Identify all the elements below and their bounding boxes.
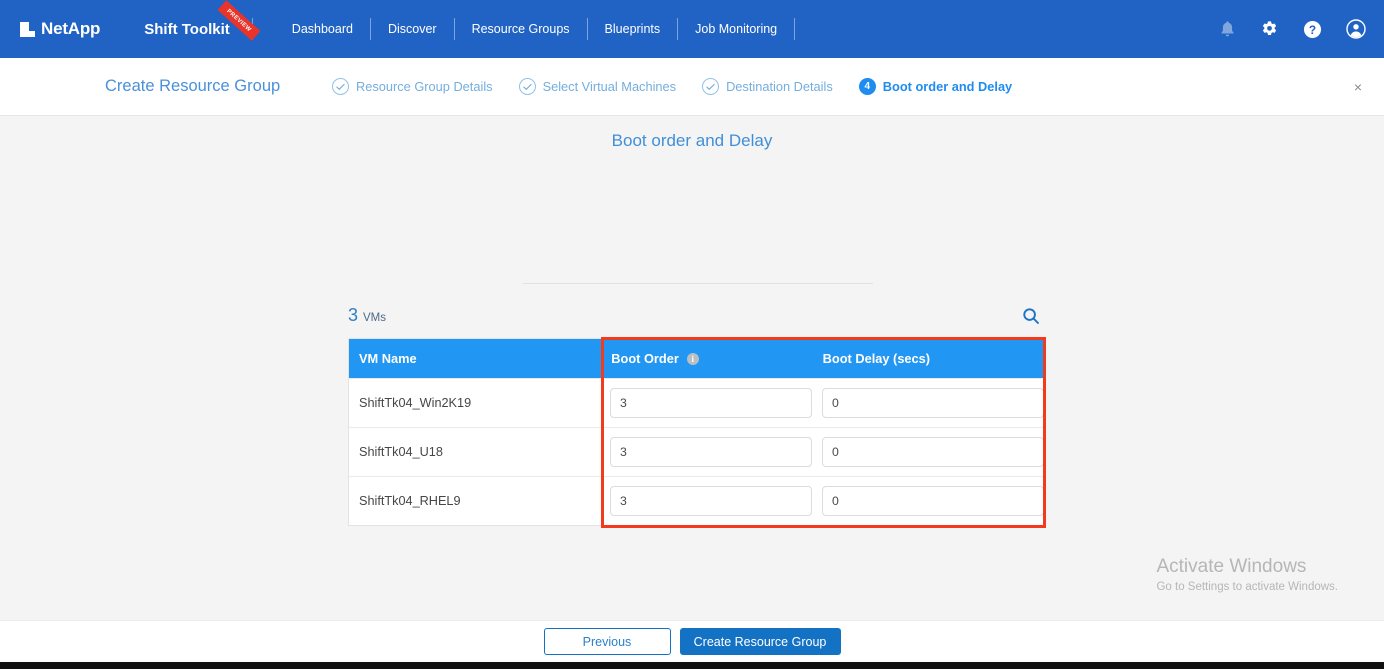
- wizard-step-label: Boot order and Delay: [882, 79, 1013, 94]
- column-header-boot-delay: Boot Delay (secs): [813, 351, 1044, 366]
- wizard-step-label: Select Virtual Machines: [542, 79, 677, 94]
- main-content: Boot order and Delay 3 VMs VM Name Boot …: [0, 117, 1384, 620]
- cell-boot-delay: [812, 486, 1044, 516]
- vm-count-label: VMs: [363, 312, 387, 324]
- settings-gear-icon[interactable]: [1260, 20, 1279, 39]
- table-row: ShiftTk04_U18: [349, 427, 1044, 476]
- vm-count-number: 3: [348, 305, 359, 325]
- boot-delay-input[interactable]: [822, 486, 1044, 516]
- cell-boot-delay: [812, 437, 1044, 467]
- close-icon[interactable]: ×: [1354, 80, 1362, 94]
- boot-order-input[interactable]: [610, 486, 812, 516]
- nav-item-blueprints[interactable]: Blueprints: [588, 18, 678, 40]
- netapp-brand[interactable]: NetApp: [20, 19, 100, 39]
- primary-nav-links: Dashboard Discover Resource Groups Bluep…: [275, 18, 796, 40]
- boot-delay-input[interactable]: [822, 388, 1044, 418]
- wizard-step-destination-details[interactable]: Destination Details: [702, 78, 833, 95]
- nav-action-icons: ?: [1219, 0, 1366, 58]
- notification-bell-icon[interactable]: [1219, 20, 1236, 38]
- bottom-edge-strip: [0, 662, 1384, 669]
- wizard-title: Create Resource Group: [105, 77, 281, 95]
- column-header-label: Boot Delay (secs): [822, 351, 931, 366]
- wizard-footer: Previous Create Resource Group: [0, 620, 1384, 662]
- cell-vm-name: ShiftTk04_Win2K19: [359, 396, 472, 410]
- cell-boot-order: [600, 486, 812, 516]
- column-header-label: Boot Order: [611, 351, 679, 366]
- table-header-row: VM Name Boot Order i Boot Delay (secs): [349, 339, 1044, 378]
- wizard-step-resource-group-details[interactable]: Resource Group Details: [332, 78, 493, 95]
- watermark-title: Activate Windows: [1156, 556, 1307, 577]
- step-number-badge: 4: [858, 78, 876, 95]
- search-icon[interactable]: [1018, 303, 1044, 329]
- cell-vm-name: ShiftTk04_U18: [359, 445, 443, 459]
- wizard-step-select-virtual-machines[interactable]: Select Virtual Machines: [518, 78, 677, 95]
- table-row: ShiftTk04_Win2K19: [349, 378, 1044, 427]
- wizard-step-boot-order-and-delay[interactable]: 4 Boot order and Delay: [858, 78, 1013, 95]
- cell-boot-order: [600, 437, 812, 467]
- nav-divider: [794, 18, 796, 40]
- product-name: Shift Toolkit PREVIEW: [144, 0, 261, 41]
- column-header-vm-name: VM Name: [349, 351, 601, 366]
- product-name-label: Shift Toolkit: [144, 20, 230, 38]
- wizard-header: Create Resource Group Resource Group Det…: [0, 58, 1384, 116]
- nav-item-discover[interactable]: Discover: [371, 18, 454, 40]
- boot-delay-input[interactable]: [822, 437, 1044, 467]
- boot-order-input[interactable]: [610, 388, 812, 418]
- cell-boot-delay: [812, 388, 1044, 418]
- windows-activation-watermark: Activate Windows Go to Settings to activ…: [1156, 556, 1338, 593]
- wizard-step-label: Destination Details: [726, 79, 833, 94]
- step-complete-check-icon: [332, 78, 349, 95]
- previous-button[interactable]: Previous: [543, 628, 671, 655]
- step-complete-check-icon: [702, 78, 720, 95]
- cell-boot-order: [600, 388, 812, 418]
- application-window: NetApp Shift Toolkit PREVIEW Dashboard D…: [0, 0, 1384, 669]
- wizard-step-label: Resource Group Details: [356, 79, 493, 94]
- info-icon[interactable]: i: [686, 352, 699, 365]
- svg-text:?: ?: [1309, 22, 1316, 36]
- title-divider: [523, 283, 873, 284]
- column-header-boot-order: Boot Order i: [601, 351, 812, 366]
- boot-order-input[interactable]: [610, 437, 812, 467]
- create-resource-group-button[interactable]: Create Resource Group: [679, 628, 841, 655]
- user-account-icon[interactable]: [1346, 19, 1366, 39]
- help-question-icon[interactable]: ?: [1303, 20, 1322, 39]
- wizard-steps: Resource Group Details Select Virtual Ma…: [332, 78, 1038, 95]
- page-title: Boot order and Delay: [611, 131, 773, 150]
- top-navigation-bar: NetApp Shift Toolkit PREVIEW Dashboard D…: [0, 0, 1384, 58]
- netapp-brand-label: NetApp: [41, 19, 101, 38]
- vm-count: 3 VMs: [348, 305, 386, 326]
- nav-item-resource-groups[interactable]: Resource Groups: [455, 18, 587, 40]
- nav-item-dashboard[interactable]: Dashboard: [275, 18, 370, 40]
- nav-item-job-monitoring[interactable]: Job Monitoring: [678, 18, 794, 40]
- watermark-subtitle: Go to Settings to activate Windows.: [1156, 581, 1338, 593]
- table-row: ShiftTk04_RHEL9: [349, 476, 1044, 525]
- netapp-logo-mark: [20, 21, 35, 37]
- boot-order-table: VM Name Boot Order i Boot Delay (secs) S…: [348, 338, 1045, 526]
- column-header-label: VM Name: [359, 351, 417, 366]
- step-complete-check-icon: [518, 78, 536, 95]
- cell-vm-name: ShiftTk04_RHEL9: [359, 494, 461, 508]
